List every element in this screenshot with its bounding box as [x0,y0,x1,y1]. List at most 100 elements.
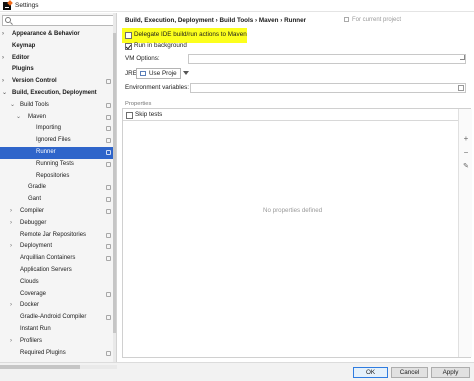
sidebar-item-instant-run[interactable]: Instant Run [0,324,116,336]
jre-dropdown[interactable]: Use Proje [136,68,181,79]
sidebar-item-keymap[interactable]: Keymap [0,41,116,53]
sidebar-item-application-servers[interactable]: Application Servers [0,265,116,277]
expand-field-icon[interactable] [460,55,465,60]
sidebar-item-clouds[interactable]: Clouds [0,277,116,289]
minus-icon[interactable]: − [462,149,470,157]
project-level-icon [106,149,111,155]
cancel-button[interactable]: Cancel [391,367,428,378]
sidebar-item-label: Gant [28,196,42,203]
sidebar-item-required-plugins[interactable]: Required Plugins [0,348,116,360]
sidebar-item-label: Keymap [12,42,36,49]
sidebar-item-profilers[interactable]: › Profilers [0,336,116,348]
sidebar-item-gradle-android-compiler[interactable]: Gradle-Android Compiler [0,312,116,324]
project-level-icon [106,185,111,191]
sidebar-item-coverage[interactable]: Coverage [0,289,116,301]
run-in-background-label: Run in background [134,42,187,49]
project-level-icon [106,102,111,108]
sidebar-item-arquillian-containers[interactable]: Arquillian Containers [0,253,116,265]
sidebar-item-gant[interactable]: Gant [0,194,116,206]
project-scope-icon [344,17,349,22]
sidebar-item-label: Docker [20,302,40,309]
sidebar-item-label: Application Servers [20,266,72,273]
sidebar-item-deployment[interactable]: › Deployment [0,241,116,253]
chevron-right-icon[interactable]: › [2,29,4,41]
project-level-icon [106,256,111,262]
ok-button[interactable]: OK [353,367,388,378]
sidebar-item-label: Build, Execution, Deployment [12,89,97,96]
chevron-right-icon[interactable]: › [10,336,12,348]
sidebar-item-ignored-files[interactable]: Ignored Files [0,135,116,147]
chevron-right-icon[interactable]: › [10,241,12,253]
sidebar-scrollbar[interactable] [113,13,116,362]
for-current-project-label: For current project [344,17,401,23]
skip-tests-checkbox[interactable] [126,112,133,119]
sidebar-item-running-tests[interactable]: Running Tests [0,159,116,171]
sidebar-item-repositories[interactable]: Repositories [0,171,116,183]
project-level-icon [106,126,111,132]
sidebar-horizontal-scrollbar[interactable] [0,365,117,369]
sidebar-item-label: Importing [36,125,62,132]
sidebar-item-label: Clouds [20,278,39,285]
sidebar-item-label: Deployment [20,243,53,250]
for-current-project-text: For current project [352,17,402,24]
project-level-icon [106,197,111,203]
browse-icon[interactable] [458,85,464,91]
sidebar-item-compiler[interactable]: › Compiler [0,206,116,218]
project-level-icon [106,138,111,144]
environment-variables-label: Environment variables: [125,84,190,91]
chevron-right-icon[interactable]: › [10,206,12,218]
sidebar-item-editor[interactable]: › Editor [0,53,116,65]
window-title: Settings [15,2,39,9]
chevron-right-icon[interactable]: › [2,53,4,65]
settings-search-input[interactable] [2,15,115,26]
project-level-icon [106,79,111,85]
vm-options-input[interactable] [188,54,466,64]
sidebar-item-label: Ignored Files [36,137,71,144]
project-level-icon [106,114,111,120]
sidebar-item-debugger[interactable]: › Debugger [0,218,116,230]
sidebar-item-gradle[interactable]: Gradle [0,182,116,194]
sidebar-item-importing[interactable]: Importing [0,123,116,135]
chevron-right-icon[interactable]: › [10,300,12,312]
vm-options-label: VM Options: [125,55,160,62]
sidebar-item-label: Runner [36,148,56,155]
chevron-down-icon[interactable]: ⌄ [2,88,7,100]
sidebar-item-docker[interactable]: › Docker [0,300,116,312]
jre-selected-value: Use Proje [149,70,177,77]
sidebar-item-label: Plugins [12,66,34,73]
run-in-background-checkbox[interactable] [125,43,132,50]
sidebar-item-remote-jar-repositories[interactable]: Remote Jar Repositories [0,230,116,242]
chevron-down-icon[interactable] [183,71,189,75]
edit-icon[interactable]: ✎ [462,163,470,171]
project-level-icon [106,315,111,321]
breadcrumb: Build, Execution, Deployment › Build Too… [125,17,307,24]
sidebar-item-label: Instant Run [20,325,51,332]
sidebar-horizontal-scrollbar-thumb[interactable] [0,365,80,369]
sidebar-item-version-control[interactable]: › Version Control [0,76,116,88]
chevron-right-icon[interactable]: › [10,218,12,230]
chevron-right-icon[interactable]: › [2,76,4,88]
properties-panel: Skip tests No properties defined + − ✎ [122,108,472,358]
plus-icon[interactable]: + [462,135,470,143]
chevron-down-icon[interactable]: ⌄ [10,100,15,112]
sidebar-item-maven[interactable]: ⌄ Maven [0,112,116,124]
sidebar-item-build-tools[interactable]: ⌄ Build Tools [0,100,116,112]
sidebar-item-appearance-behavior[interactable]: › Appearance & Behavior [0,29,116,41]
sidebar-item-build-execution-deployment[interactable]: ⌄ Build, Execution, Deployment [0,88,116,100]
intellij-app-icon [3,2,11,10]
jdk-icon [140,71,146,76]
delegate-checkbox[interactable] [125,32,132,39]
apply-button[interactable]: Apply [431,367,470,378]
sidebar-scrollbar-thumb[interactable] [113,33,116,333]
sidebar-item-plugins[interactable]: Plugins [0,64,116,76]
project-level-icon [106,232,111,238]
properties-toolbar: + − ✎ [458,109,472,357]
chevron-down-icon[interactable]: ⌄ [16,112,21,124]
sidebar-item-label: Maven [28,113,47,120]
sidebar-item-runner[interactable]: Runner [0,146,116,159]
no-properties-text: No properties defined [263,207,323,214]
environment-variables-input[interactable] [190,83,466,93]
sidebar-item-label: Editor [12,54,30,61]
sidebar-item-label: Gradle-Android Compiler [20,314,87,321]
project-level-icon [106,161,111,167]
